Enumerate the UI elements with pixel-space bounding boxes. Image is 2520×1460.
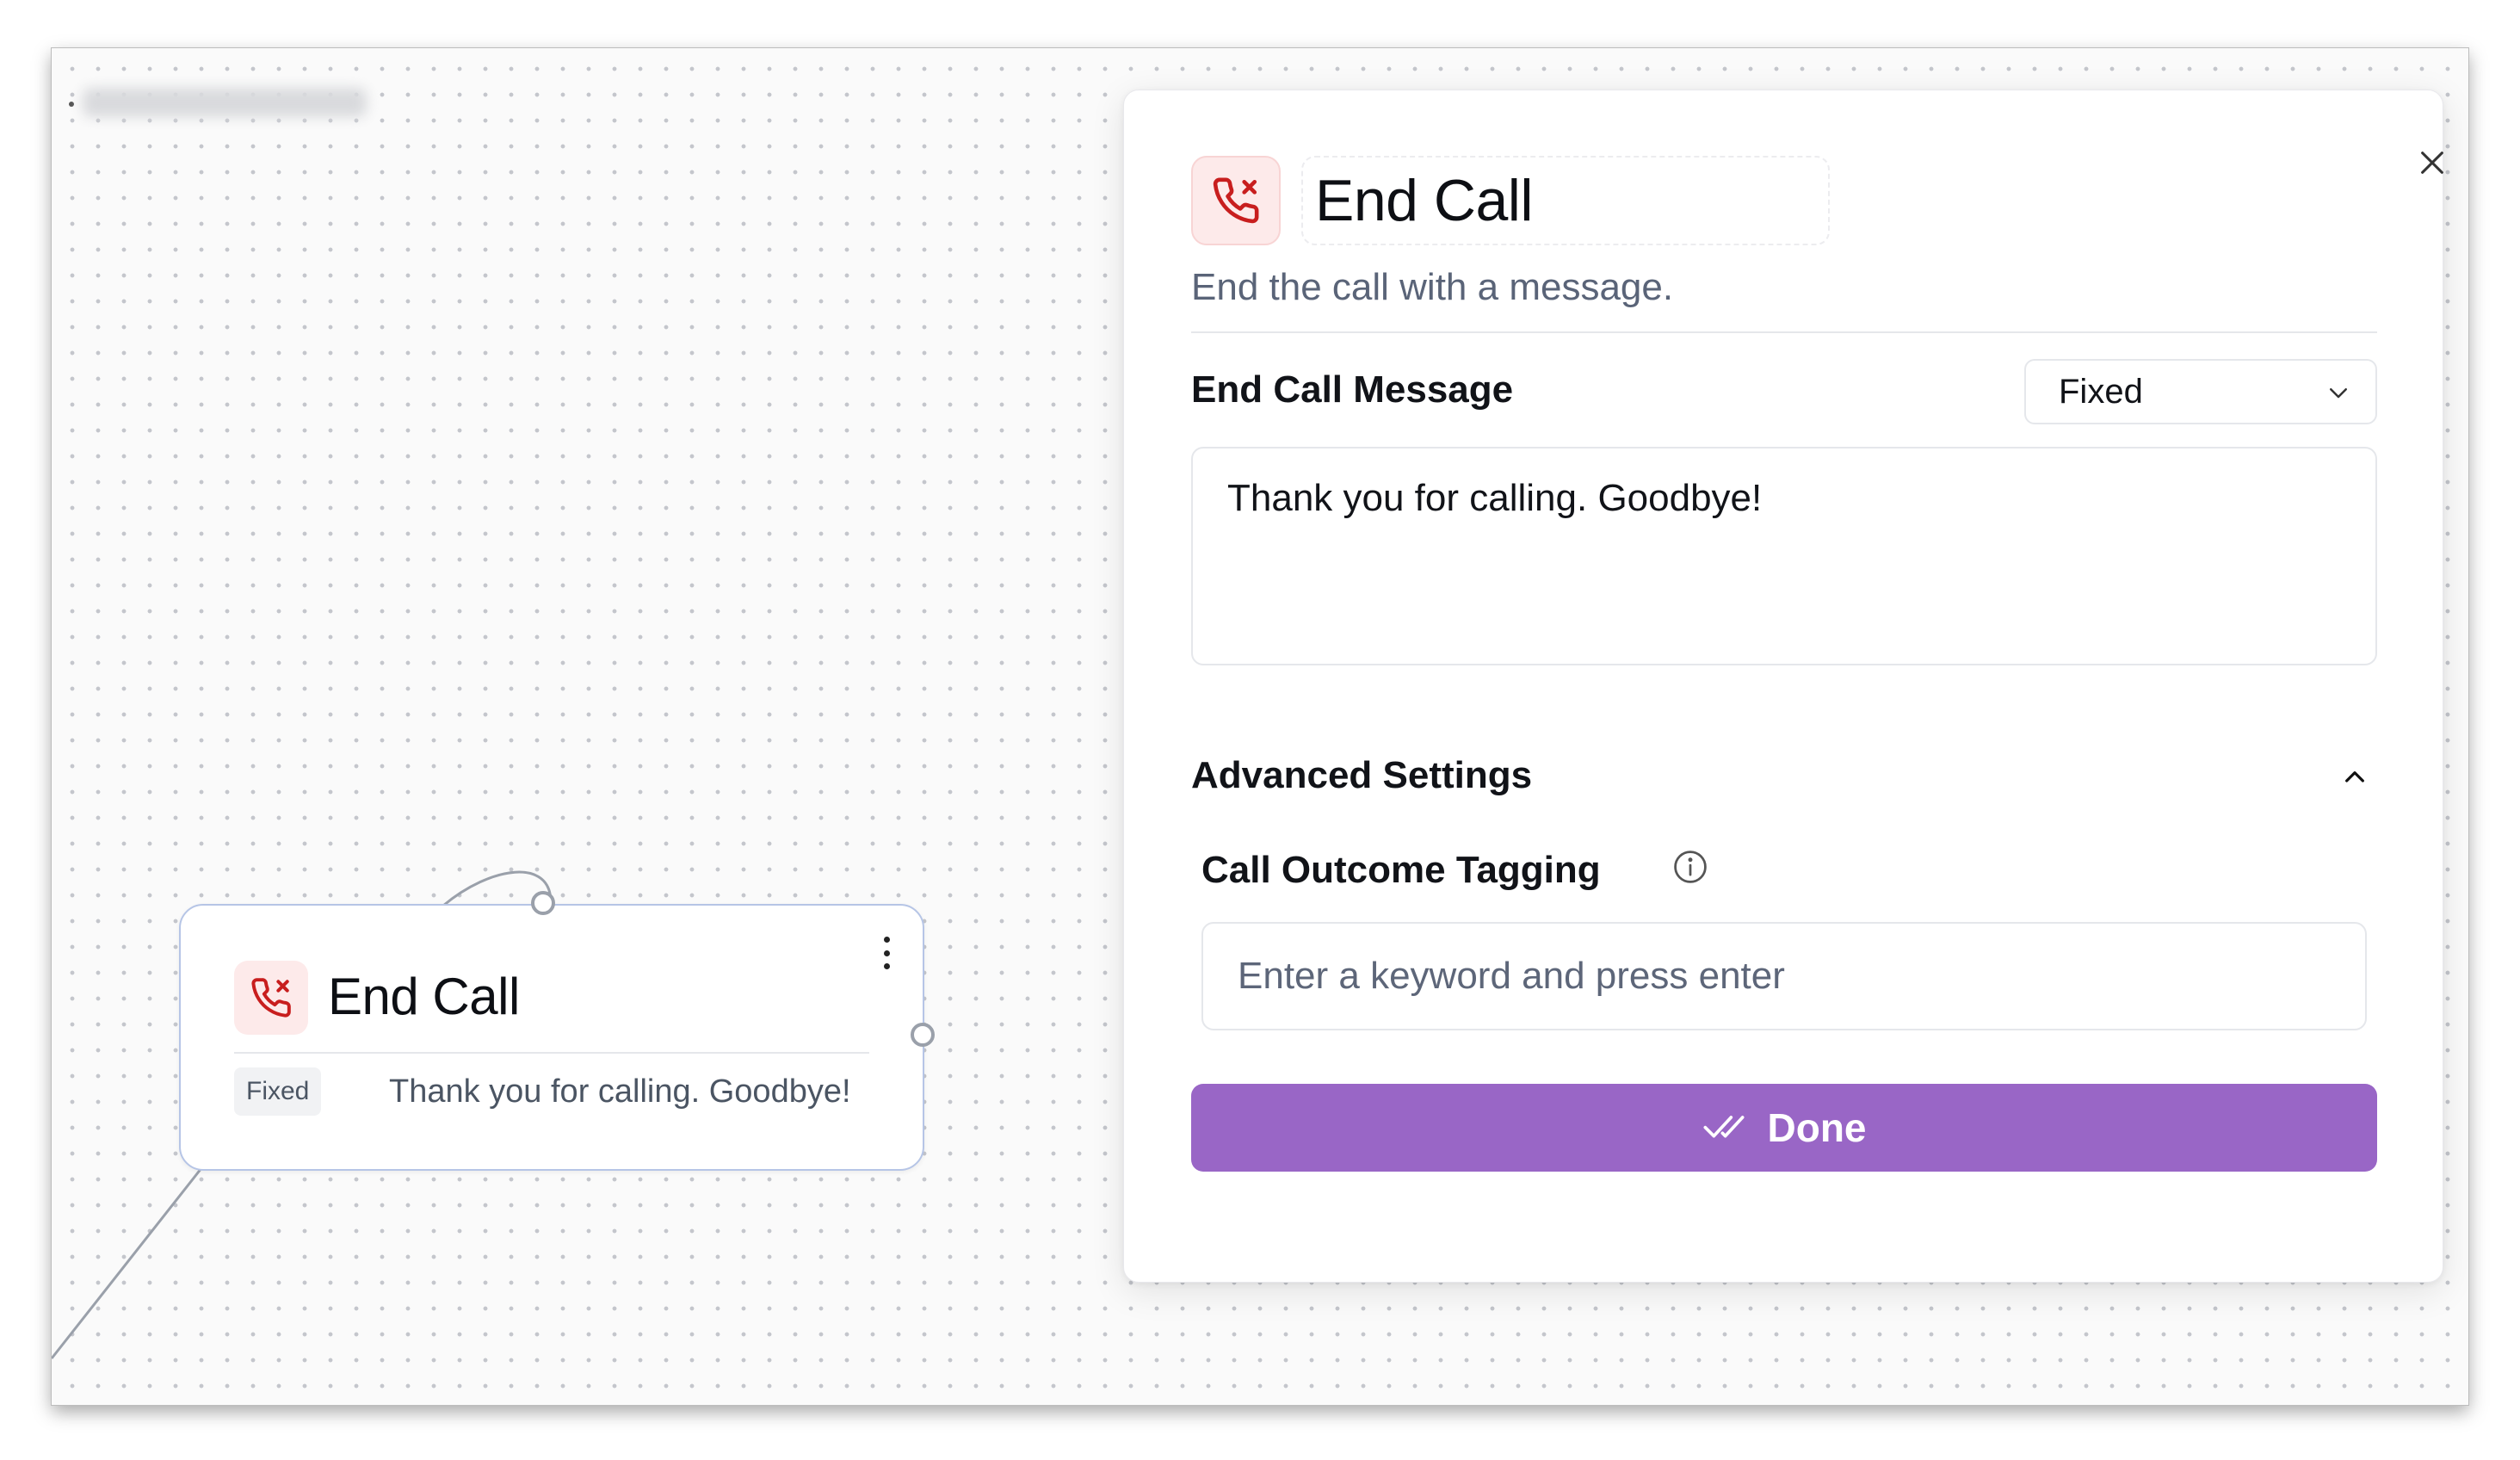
node-divider bbox=[234, 1052, 869, 1054]
node-type-badge: Fixed bbox=[234, 1067, 322, 1116]
message-type-select[interactable]: Fixed bbox=[2024, 359, 2377, 424]
end-call-node[interactable]: End Call Fixed Thank you for calling. Go… bbox=[179, 891, 935, 1171]
end-call-message-textarea[interactable]: Thank you for calling. Goodbye! bbox=[1191, 447, 2377, 665]
node-title-input[interactable]: End Call bbox=[1301, 156, 1830, 245]
edge-incoming[interactable] bbox=[52, 1163, 207, 1359]
node-more-menu-icon[interactable] bbox=[878, 931, 895, 974]
phone-end-icon bbox=[1191, 156, 1281, 245]
node-settings-panel: End Call End the call with a message. En… bbox=[1123, 90, 2443, 1283]
workflow-window: End Call Fixed Thank you for calling. Go… bbox=[52, 48, 2468, 1405]
done-button-label: Done bbox=[1767, 1105, 1867, 1150]
panel-description: End the call with a message. bbox=[1191, 266, 1674, 308]
info-icon[interactable] bbox=[1671, 848, 1709, 886]
panel-divider bbox=[1191, 331, 2377, 333]
chevron-down-icon bbox=[2325, 380, 2351, 410]
double-check-icon bbox=[1702, 1111, 1745, 1145]
chevron-up-icon[interactable] bbox=[2336, 758, 2374, 796]
outcome-keyword-input[interactable]: Enter a keyword and press enter bbox=[1201, 922, 2367, 1030]
close-icon[interactable] bbox=[2406, 137, 2458, 189]
message-type-value: Fixed bbox=[2059, 373, 2143, 411]
done-button[interactable]: Done bbox=[1191, 1084, 2377, 1172]
node-output-handle[interactable] bbox=[911, 1023, 935, 1047]
node-title: End Call bbox=[328, 968, 520, 1025]
call-outcome-tagging-label: Call Outcome Tagging bbox=[1201, 849, 1601, 891]
node-input-handle[interactable] bbox=[531, 891, 555, 915]
end-call-message-label: End Call Message bbox=[1191, 368, 1514, 411]
advanced-settings-label[interactable]: Advanced Settings bbox=[1191, 750, 1532, 801]
phone-end-icon bbox=[234, 961, 308, 1035]
node-message-preview: Thank you for calling. Goodbye! bbox=[389, 1073, 851, 1110]
